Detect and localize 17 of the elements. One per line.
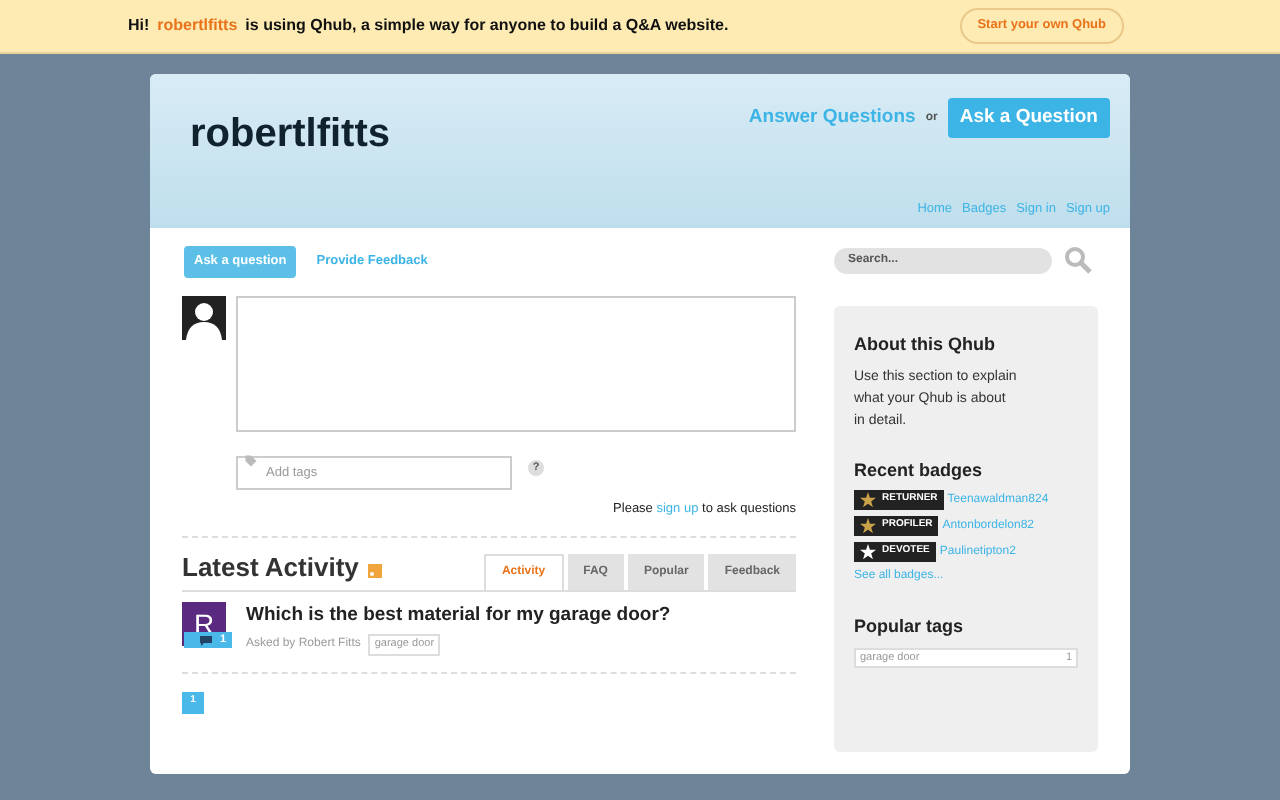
answer-questions-link[interactable]: Answer Questions: [748, 104, 916, 133]
search-icon[interactable]: [1064, 246, 1092, 274]
ask-question-button[interactable]: Ask a Question: [947, 98, 1110, 139]
site-title: robertlfitts: [190, 110, 390, 160]
tag-icon: [244, 453, 258, 468]
popular-tags-title: Popular tags: [854, 614, 966, 640]
latest-activity-title: Latest Activity: [182, 549, 359, 586]
about-title: About this Qhub: [854, 332, 997, 358]
banner-user-link[interactable]: robertlfitts: [157, 14, 238, 38]
question-textarea[interactable]: [236, 295, 796, 432]
avatar-icon: [182, 295, 226, 340]
banner-greeting: Hi!: [128, 14, 150, 38]
rss-icon[interactable]: [368, 564, 383, 578]
banner-message: is using Qhub, a simple way for anyone to build a Q&A website.: [245, 14, 729, 38]
comment-icon: [199, 635, 212, 645]
question-title[interactable]: Which is the best material for my garage door?: [246, 602, 671, 631]
recent-badges-title: Recent badges: [854, 457, 985, 484]
